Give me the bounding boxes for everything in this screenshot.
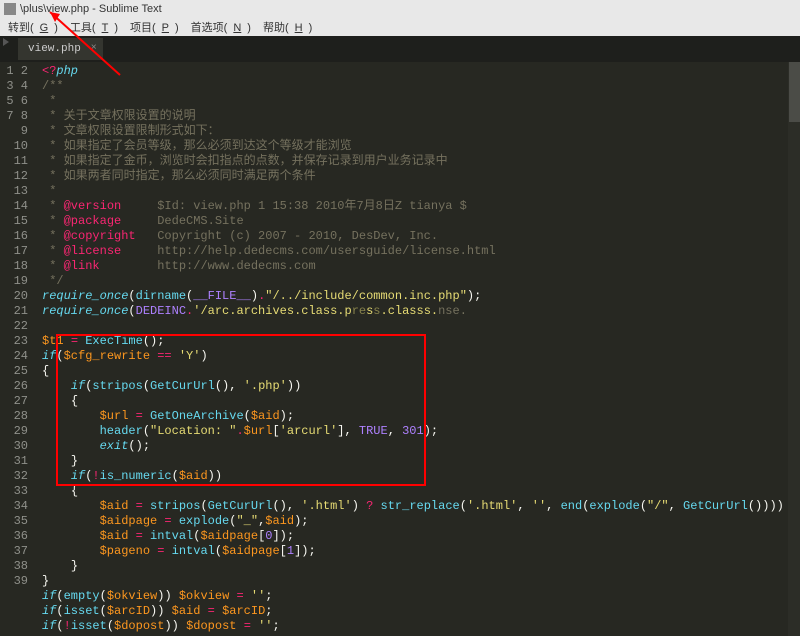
- code-line: <?php: [42, 64, 788, 79]
- code-line: exit();: [42, 439, 788, 454]
- code-line: {: [42, 394, 788, 409]
- code-line: $url = GetOneArchive($aid);: [42, 409, 788, 424]
- file-tab[interactable]: view.php ×: [18, 38, 103, 60]
- code-line: *: [42, 184, 788, 199]
- code-line: * 如果指定了金币，浏览时会扣指点的点数，并保存记录到用户业务记录中: [42, 154, 788, 169]
- code-line: *: [42, 94, 788, 109]
- line-gutter: 1 2 3 4 5 6 7 8 9 10 11 12 13 14 15 16 1…: [0, 62, 36, 636]
- code-line: }: [42, 574, 788, 589]
- code-line: $pageno = intval($aidpage[1]);: [42, 544, 788, 559]
- window-title: \plus\view.php - Sublime Text: [20, 0, 162, 18]
- code-line: if(stripos(GetCurUrl(), '.php')): [42, 379, 788, 394]
- app-icon: [4, 3, 16, 15]
- code-line: $t1 = ExecTime();: [42, 334, 788, 349]
- window-titlebar: \plus\view.php - Sublime Text: [0, 0, 800, 18]
- code-line: */: [42, 274, 788, 289]
- code-line: if(empty($okview)) $okview = '';: [42, 589, 788, 604]
- menu-item[interactable]: 工具(T): [64, 18, 124, 36]
- code-line: $aid = intval($aidpage[0]);: [42, 529, 788, 544]
- code-line: /**: [42, 79, 788, 94]
- code-line: * 关于文章权限设置的说明: [42, 109, 788, 124]
- code-line: {: [42, 484, 788, 499]
- code-line: require_once(dirname(__FILE__)."/../incl…: [42, 289, 788, 304]
- code-line: }: [42, 559, 788, 574]
- code-line: {: [42, 364, 788, 379]
- code-view[interactable]: <?php/** * * 关于文章权限设置的说明 * 文章权限设置限制形式如下：…: [36, 62, 788, 636]
- code-line: if(!isset($dopost)) $dopost = '';: [42, 619, 788, 634]
- tab-label: view.php: [28, 43, 81, 55]
- code-line: if(isset($arcID)) $aid = $arcID;: [42, 604, 788, 619]
- editor-area: 1 2 3 4 5 6 7 8 9 10 11 12 13 14 15 16 1…: [0, 62, 800, 636]
- menu-item[interactable]: 项目(P): [124, 18, 185, 36]
- menu-bar: 转到(G)工具(T)项目(P)首选项(N)帮助(H): [0, 18, 800, 36]
- code-line: * @copyright Copyright (c) 2007 - 2010, …: [42, 229, 788, 244]
- menu-item[interactable]: 首选项(N): [185, 18, 257, 36]
- minimap[interactable]: [788, 62, 800, 636]
- code-line: * 如果指定了会员等级，那么必须到达这个等级才能浏览: [42, 139, 788, 154]
- menu-item[interactable]: 转到(G): [2, 18, 64, 36]
- code-line: }: [42, 454, 788, 469]
- code-line: if(!is_numeric($aid)): [42, 469, 788, 484]
- close-icon[interactable]: ×: [91, 43, 97, 54]
- menu-item[interactable]: 帮助(H): [257, 18, 318, 36]
- code-line: * @link http://www.dedecms.com: [42, 259, 788, 274]
- code-line: if($cfg_rewrite == 'Y'): [42, 349, 788, 364]
- code-line: header("Location: ".$url['arcurl'], TRUE…: [42, 424, 788, 439]
- code-line: * @package DedeCMS.Site: [42, 214, 788, 229]
- code-line: * @version $Id: view.php 1 15:38 2010年7月…: [42, 199, 788, 214]
- code-line: * 文章权限设置限制形式如下：: [42, 124, 788, 139]
- code-line: * 如果两者同时指定，那么必须同时满足两个条件: [42, 169, 788, 184]
- sidebar-toggle-icon[interactable]: [3, 38, 9, 46]
- code-line: $aid = stripos(GetCurUrl(), '.html') ? s…: [42, 499, 788, 514]
- tab-bar: view.php ×: [0, 36, 800, 62]
- code-line: $aidpage = explode("_",$aid);: [42, 514, 788, 529]
- code-line: [42, 319, 788, 334]
- code-line: * @license http://help.dedecms.com/users…: [42, 244, 788, 259]
- minimap-scroll-indicator[interactable]: [789, 62, 800, 122]
- code-line: require_once(DEDEINC.'/arc.archives.clas…: [42, 304, 788, 319]
